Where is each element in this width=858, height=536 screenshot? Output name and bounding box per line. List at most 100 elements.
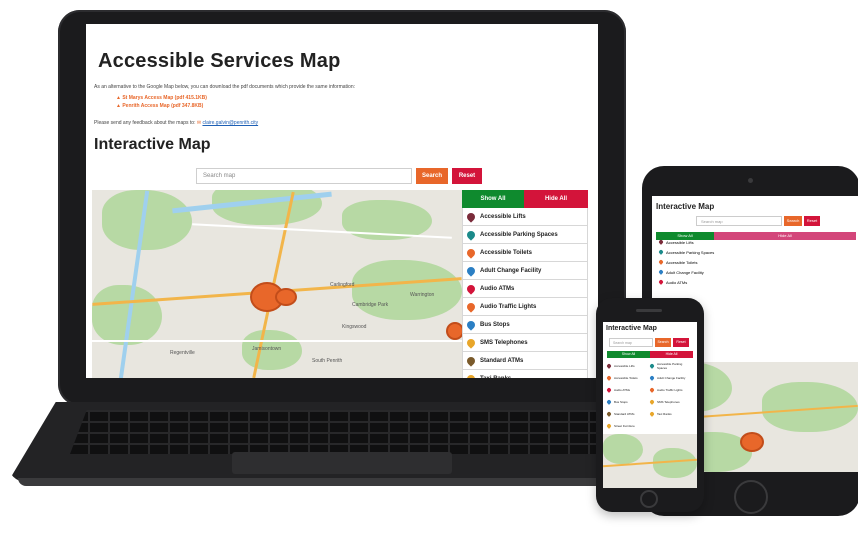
phone-layer-item[interactable]: Street Furniture: [606, 420, 650, 432]
phone-map-view[interactable]: [603, 434, 697, 488]
tablet-layer-item[interactable]: Accessible Parking Spaces: [656, 249, 856, 260]
tablet-layer-label: Accessible Parking Spaces: [666, 250, 715, 255]
tablet-search-input[interactable]: Search map: [696, 216, 782, 226]
section-title: Interactive Map: [94, 136, 211, 153]
search-button[interactable]: Search: [416, 168, 448, 184]
phone-layer-item[interactable]: Bus Stops: [606, 396, 650, 408]
phone-layer-item[interactable]: Audio Traffic Lights: [649, 384, 693, 396]
map-label: Warrington: [410, 292, 435, 298]
tablet-layer-label: Accessible Lifts: [666, 240, 694, 245]
phone-layer-item[interactable]: Standard ATMs: [606, 408, 650, 420]
layer-toggle-item[interactable]: Accessible Parking Spaces: [462, 226, 588, 244]
phone-show-all[interactable]: Show All: [607, 351, 650, 358]
phone-layer-row: Street Furniture: [606, 420, 693, 432]
phone-layer-item[interactable]: Accessible Lifts: [606, 360, 650, 372]
tablet-reset-button[interactable]: Reset: [804, 216, 820, 226]
map-marker-cluster[interactable]: [742, 434, 762, 450]
tablet-panel-header: Show All Hide All: [656, 232, 856, 240]
layer-toggle-item[interactable]: Bus Stops: [462, 316, 588, 334]
map-pin-icon: [649, 387, 655, 393]
map-pin-icon: [606, 363, 612, 369]
map-view[interactable]: Carlingford Cambridge Park Warrington Ki…: [92, 190, 462, 378]
phone-layer-label: Audio ATMs: [614, 388, 630, 392]
map-label: Kingswood: [342, 324, 367, 330]
phone-layer-row: Standard ATMs Taxi Ranks: [606, 408, 693, 420]
phone-home-button[interactable]: [640, 490, 658, 508]
tablet-layer-item[interactable]: Adult Change Facility: [656, 269, 856, 280]
phone-layer-label: Accessible Parking Spaces: [657, 362, 683, 370]
phone-layer-label: Bus Stops: [614, 400, 628, 404]
layer-toggle-label: SMS Telephones: [480, 339, 528, 346]
tablet-layer-label: Adult Change Facility: [666, 270, 704, 275]
show-all-button[interactable]: Show All: [462, 190, 524, 208]
phone-layer-item[interactable]: SMS Telephones: [649, 396, 693, 408]
pdf-link-st-marys[interactable]: ▲ St Marys Access Map (pdf 415.1KB): [116, 94, 207, 102]
phone-layer-label: Accessible Toilets: [614, 376, 638, 380]
phone-search-button[interactable]: Search: [655, 338, 671, 347]
map-pin-icon: [606, 411, 612, 417]
phone-layer-item[interactable]: Adult Change Facility: [649, 372, 693, 384]
layer-toggle-item[interactable]: Taxi Ranks: [462, 370, 588, 378]
tablet-camera: [748, 178, 753, 183]
tablet-layer-item[interactable]: Accessible Lifts: [656, 239, 856, 250]
map-pin-icon: [649, 411, 655, 417]
layer-toggle-item[interactable]: Audio ATMs: [462, 280, 588, 298]
pdf-link-penrith[interactable]: ▲ Penrith Access Map (pdf 347.8KB): [116, 102, 207, 110]
tablet-layer-item[interactable]: Accessible Toilets: [656, 259, 856, 270]
layer-toggle-item[interactable]: Accessible Toilets: [462, 244, 588, 262]
phone-layer-label: Audio Traffic Lights: [657, 388, 683, 392]
phone-layer-item[interactable]: Accessible Parking Spaces: [649, 360, 693, 372]
phone-search-bar: Search map Search Reset: [609, 338, 689, 347]
layer-toggle-item[interactable]: SMS Telephones: [462, 334, 588, 352]
search-input[interactable]: Search map: [196, 168, 412, 184]
layer-toggle-item[interactable]: Accessible Lifts: [462, 208, 588, 226]
layer-toggle-label: Accessible Toilets: [480, 249, 532, 256]
phone-reset-button[interactable]: Reset: [673, 338, 689, 347]
phone-layer-row: Bus Stops SMS Telephones: [606, 396, 693, 408]
map-marker-cluster[interactable]: [448, 324, 462, 338]
map-marker-cluster[interactable]: [277, 290, 295, 304]
phone-layer-label: SMS Telephones: [657, 400, 680, 404]
layer-toggle-label: Accessible Parking Spaces: [480, 231, 558, 238]
phone-panel-header: Show All Hide All: [607, 351, 693, 358]
phone-layer-item[interactable]: Accessible Toilets: [606, 372, 650, 384]
layer-toggle-label: Bus Stops: [480, 321, 510, 328]
feedback-email-link[interactable]: claire.galvin@penrith.city: [202, 120, 258, 126]
map-pin-icon: [465, 354, 477, 367]
phone-layer-item[interactable]: Taxi Ranks: [649, 408, 693, 420]
phone-layer-label: Taxi Ranks: [657, 412, 672, 416]
tablet-search-button[interactable]: Search: [784, 216, 802, 226]
tablet-title: Interactive Map: [656, 202, 715, 211]
map-pin-icon: [606, 375, 612, 381]
map-label: Carlingford: [330, 282, 355, 288]
mail-icon: ✉: [196, 120, 202, 126]
reset-button[interactable]: Reset: [452, 168, 482, 184]
tablet-hide-all[interactable]: Hide All: [714, 232, 856, 240]
layer-toggle-item[interactable]: Standard ATMs: [462, 352, 588, 370]
map-pin-icon: [606, 387, 612, 393]
phone-layer-label: Adult Change Facility: [657, 376, 686, 380]
map-pin-icon: [649, 399, 655, 405]
map-label: Cambridge Park: [352, 302, 389, 308]
tablet-show-all[interactable]: Show All: [656, 232, 714, 240]
map-pin-icon: [658, 269, 664, 275]
phone-layer-label: Standard ATMs: [614, 412, 635, 416]
phone-hide-all[interactable]: Hide All: [650, 351, 693, 358]
hide-all-button[interactable]: Hide All: [524, 190, 588, 208]
phone-layer-item[interactable]: Audio ATMs: [606, 384, 650, 396]
layer-toggle-item[interactable]: Audio Traffic Lights: [462, 298, 588, 316]
map-pin-icon: [658, 259, 664, 265]
laptop-trackpad: [232, 452, 452, 474]
page-title: Accessible Services Map: [98, 50, 341, 72]
layer-toggle-item[interactable]: Adult Change Facility: [462, 262, 588, 280]
map-pin-icon: [649, 375, 655, 381]
tablet-home-button[interactable]: [734, 480, 768, 514]
layer-toggle-label: Audio ATMs: [480, 285, 515, 292]
map-pin-icon: [465, 336, 477, 349]
map-pin-icon: [606, 423, 612, 429]
phone-layer-item[interactable]: [650, 420, 693, 432]
layer-toggle-label: Adult Change Facility: [480, 267, 542, 274]
phone-search-input[interactable]: Search map: [609, 338, 653, 347]
tablet-layer-item[interactable]: Audio ATMs: [656, 279, 856, 290]
map-label: South Penrith: [312, 358, 343, 364]
